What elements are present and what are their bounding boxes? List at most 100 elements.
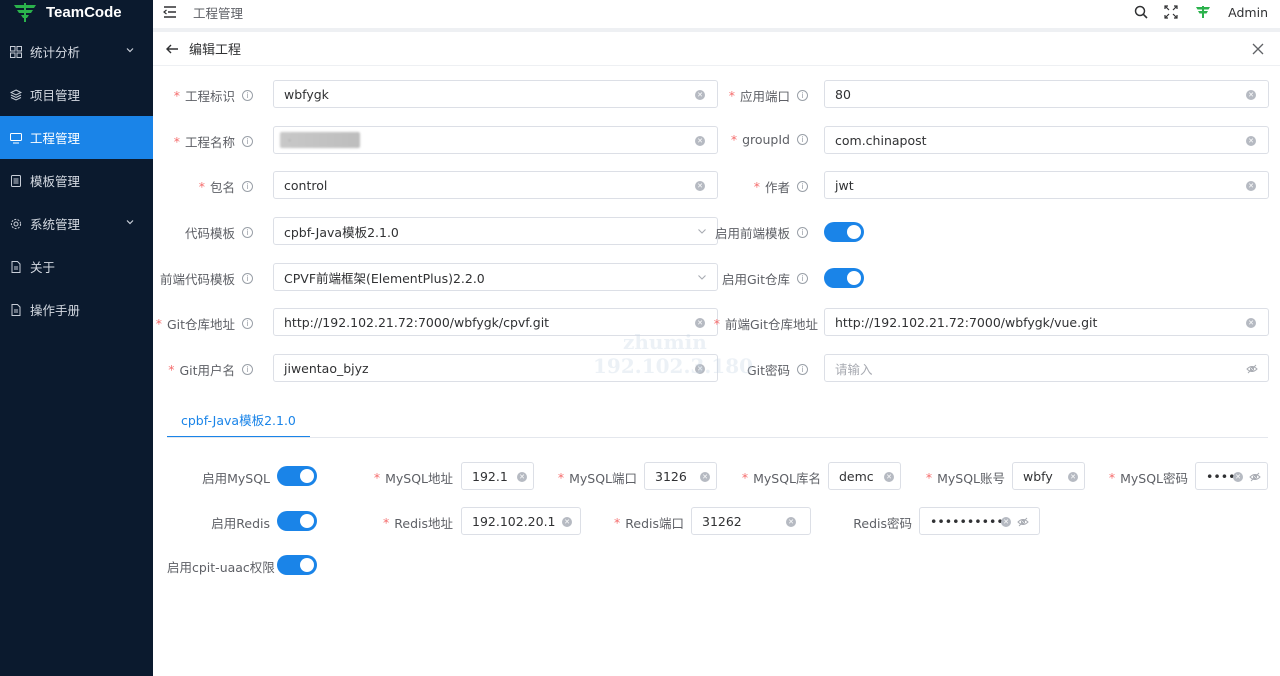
logo-text: TeamCode	[46, 3, 122, 21]
sidebar-item-projects[interactable]: 项目管理	[0, 73, 153, 116]
search-icon[interactable]	[1134, 5, 1148, 19]
group-id-input[interactable]: com.chinapost ✕	[824, 126, 1269, 154]
logo-icon	[12, 1, 38, 23]
sidebar-item-manual[interactable]: 操作手册	[0, 288, 153, 331]
redis-port-input[interactable]: 31262 ✕	[691, 507, 811, 535]
eye-off-icon[interactable]	[1246, 363, 1258, 375]
clear-icon[interactable]: ✕	[700, 472, 710, 482]
info-icon[interactable]: i	[797, 90, 808, 101]
enable-front-template-switch[interactable]	[824, 222, 864, 242]
info-icon[interactable]: i	[242, 136, 253, 147]
enable-redis-switch[interactable]	[277, 511, 317, 531]
menu-fold-icon[interactable]	[163, 5, 177, 19]
info-icon[interactable]: i	[797, 227, 808, 238]
mysql-password-input[interactable]: •••• ✕	[1195, 462, 1268, 490]
clear-icon[interactable]: ✕	[695, 318, 705, 328]
eye-off-icon[interactable]	[1017, 516, 1029, 528]
code-template-select[interactable]: cpbf-Java模板2.1.0	[273, 217, 718, 245]
gear-icon	[10, 218, 22, 230]
project-id-input[interactable]: wbfygk ✕	[273, 80, 718, 108]
fullscreen-icon[interactable]	[1164, 5, 1178, 19]
info-icon[interactable]: i	[797, 181, 808, 192]
redis-host-label: * Redis地址	[383, 515, 453, 531]
monitor-icon	[10, 132, 22, 144]
author-input[interactable]: jwt ✕	[824, 171, 1269, 199]
mysql-user-input[interactable]: wbfy ✕	[1012, 462, 1085, 490]
package-input[interactable]: control ✕	[273, 171, 718, 199]
clear-icon[interactable]: ✕	[695, 364, 705, 374]
mysql-user-label: * MySQL账号	[925, 470, 1005, 486]
sidebar-item-templates[interactable]: 模板管理	[0, 159, 153, 202]
logo[interactable]: TeamCode	[0, 0, 153, 24]
avatar[interactable]	[1194, 4, 1212, 20]
redis-host-input[interactable]: 192.102.20.1 ✕	[461, 507, 581, 535]
clear-icon[interactable]: ✕	[517, 472, 527, 482]
clear-icon[interactable]: ✕	[695, 90, 705, 100]
eye-off-icon[interactable]	[1249, 471, 1261, 483]
app-port-input[interactable]: 80 ✕	[824, 80, 1269, 108]
clear-icon[interactable]: ✕	[695, 136, 705, 146]
enable-uaac-switch[interactable]	[277, 555, 317, 575]
project-id-label: * 工程标识 i	[153, 86, 253, 105]
project-name-input[interactable]: · ✕	[273, 126, 718, 154]
clear-icon[interactable]: ✕	[1246, 136, 1256, 146]
edit-project-page: 编辑工程 * 工程标识 i wbfygk ✕ * 应用端口 i 80 ✕ * 工程名称 i · ✕…	[153, 32, 1280, 676]
tab-cpbf-java[interactable]: cpbf-Java模板2.1.0	[167, 402, 310, 438]
header-actions: Admin	[1134, 0, 1268, 24]
top-header: 工程管理 Admin	[153, 0, 1280, 24]
front-template-label: 前端代码模板 i	[153, 269, 253, 288]
sidebar-item-statistics[interactable]: 统计分析	[0, 30, 153, 73]
info-icon[interactable]: i	[797, 134, 808, 145]
clear-icon[interactable]: ✕	[562, 517, 572, 527]
front-template-select[interactable]: CPVF前端框架(ElementPlus)2.2.0	[273, 263, 718, 291]
sidebar-item-label: 系统管理	[30, 217, 81, 232]
front-git-url-input[interactable]: http://192.102.21.72:7000/wbfygk/vue.git…	[824, 308, 1269, 336]
info-icon[interactable]: i	[242, 90, 253, 101]
clear-icon[interactable]: ✕	[1001, 517, 1011, 527]
clear-icon[interactable]: ✕	[695, 181, 705, 191]
page-title: 编辑工程	[189, 43, 242, 58]
back-arrow-icon[interactable]	[165, 42, 179, 56]
mysql-db-label: * MySQL库名	[741, 470, 821, 486]
info-icon[interactable]: i	[797, 364, 808, 375]
app-port-label: * 应用端口 i	[708, 86, 808, 105]
info-icon[interactable]: i	[242, 181, 253, 192]
redis-password-label: Redis密码	[853, 516, 912, 531]
mysql-port-input[interactable]: 3126 ✕	[644, 462, 717, 490]
info-icon[interactable]: i	[242, 227, 253, 238]
info-icon[interactable]: i	[242, 364, 253, 375]
clear-icon[interactable]: ✕	[786, 517, 796, 527]
mysql-db-input[interactable]: demc ✕	[828, 462, 901, 490]
enable-git-label: 启用Git仓库 i	[708, 269, 808, 288]
info-icon[interactable]: i	[242, 273, 253, 284]
redis-password-input[interactable]: •••••••••• ✕	[919, 507, 1040, 535]
sidebar-item-about[interactable]: 关于	[0, 245, 153, 288]
sidebar-item-engineering[interactable]: 工程管理	[0, 116, 153, 159]
mysql-host-input[interactable]: 192.1 ✕	[461, 462, 534, 490]
clear-icon[interactable]: ✕	[1246, 181, 1256, 191]
enable-git-switch[interactable]	[824, 268, 864, 288]
git-url-input[interactable]: http://192.102.21.72:7000/wbfygk/cpvf.gi…	[273, 308, 718, 336]
user-name[interactable]: Admin	[1228, 5, 1268, 20]
sidebar-item-label: 关于	[30, 260, 56, 275]
info-icon[interactable]: i	[242, 318, 253, 329]
info-icon[interactable]: i	[797, 273, 808, 284]
git-password-label: Git密码 i	[708, 360, 808, 379]
sidebar-menu: 统计分析 项目管理 工程管理 模板管理 系统管理 关于 操作手册	[0, 30, 153, 331]
git-password-input[interactable]: 请输入	[824, 354, 1269, 382]
git-user-input[interactable]: jiwentao_bjyz ✕	[273, 354, 718, 382]
clear-icon[interactable]: ✕	[1068, 472, 1078, 482]
sidebar-item-system[interactable]: 系统管理	[0, 202, 153, 245]
page-header: 编辑工程	[153, 32, 1280, 66]
author-label: * 作者 i	[708, 177, 808, 196]
clear-icon[interactable]: ✕	[1246, 90, 1256, 100]
close-icon[interactable]	[1252, 43, 1264, 55]
tab-divider	[167, 437, 1268, 438]
mysql-password-label: * MySQL密码	[1108, 470, 1188, 486]
clear-icon[interactable]: ✕	[1233, 472, 1243, 482]
sidebar-item-label: 项目管理	[30, 88, 81, 103]
enable-mysql-switch[interactable]	[277, 466, 317, 486]
clear-icon[interactable]: ✕	[884, 472, 894, 482]
clear-icon[interactable]: ✕	[1246, 318, 1256, 328]
breadcrumb: 工程管理	[193, 5, 244, 21]
